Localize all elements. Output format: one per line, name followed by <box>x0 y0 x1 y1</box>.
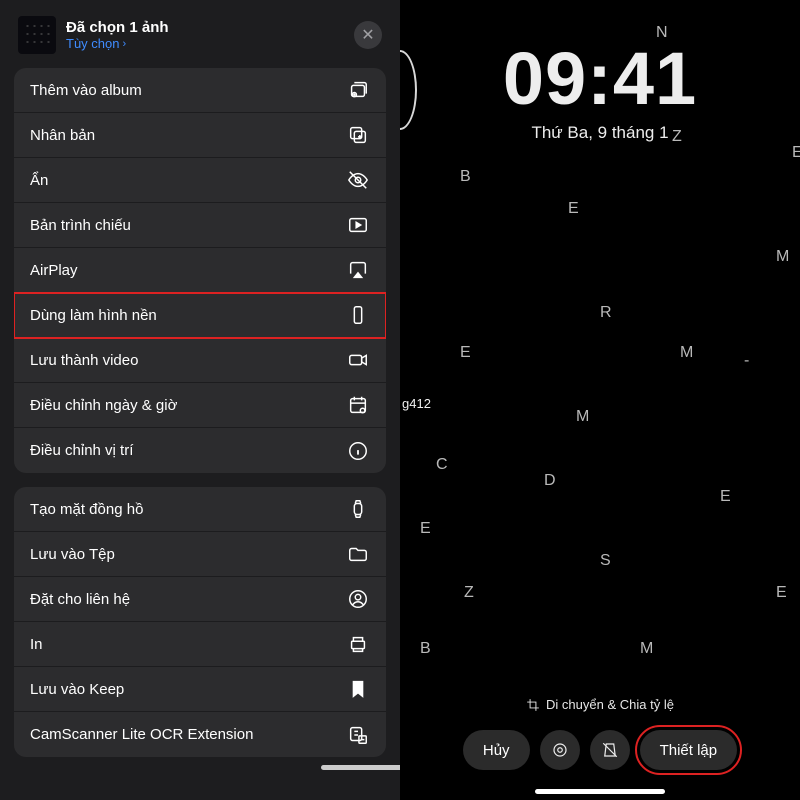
bg-letter: D <box>544 472 556 490</box>
menu-item-save-files[interactable]: Lưu vào Tệp <box>14 532 386 577</box>
close-button[interactable]: ✕ <box>354 21 382 49</box>
bg-letter: E <box>568 200 579 218</box>
info-icon <box>346 439 370 463</box>
menu-item-label: CamScanner Lite OCR Extension <box>30 726 253 743</box>
menu-item-duplicate[interactable]: Nhân bản <box>14 113 386 158</box>
menu-item-adjust-location[interactable]: Điều chỉnh vị trí <box>14 428 386 473</box>
selection-title: Đã chọn 1 ảnh <box>66 19 344 36</box>
folder-icon <box>346 542 370 566</box>
menu-item-label: Điều chỉnh ngày & giờ <box>30 397 177 414</box>
menu-item-airplay[interactable]: AirPlay <box>14 248 386 293</box>
menu-item-slideshow[interactable]: Bản trình chiếu <box>14 203 386 248</box>
menu-item-label: Lưu thành video <box>30 352 138 369</box>
move-scale-hint: Di chuyển & Chia tỷ lệ <box>400 697 800 712</box>
chevron-right-icon: › <box>122 38 126 50</box>
menu-group: Tạo mặt đồng hồ Lưu vào Tệp Đặt cho liên h… <box>14 487 386 757</box>
bg-letter: R <box>600 304 612 322</box>
album-add-icon <box>346 78 370 102</box>
contact-icon <box>346 587 370 611</box>
header-text: Đã chọn 1 ảnh Tùy chọn › <box>66 19 344 51</box>
menu-item-adjust-date[interactable]: Điều chỉnh ngày & giờ <box>14 383 386 428</box>
bg-letter: M <box>776 248 789 266</box>
bg-letter: C <box>436 456 448 474</box>
bg-letter: B <box>420 640 431 658</box>
lock-time: 09:41 <box>400 36 800 121</box>
menu-item-label: Lưu vào Tệp <box>30 546 115 563</box>
bg-letter: E <box>792 144 800 162</box>
perspective-button[interactable] <box>590 730 630 770</box>
menu-item-label: Lưu vào Keep <box>30 681 124 698</box>
menu-item-label: Ẩn <box>30 172 48 189</box>
menu-item-save-video[interactable]: Lưu thành video <box>14 338 386 383</box>
bg-letter: E <box>720 488 731 506</box>
menu-item-assign-contact[interactable]: Đặt cho liên hệ <box>14 577 386 622</box>
menu-item-label: Điều chỉnh vị trí <box>30 442 133 459</box>
video-icon <box>346 348 370 372</box>
home-indicator <box>535 789 665 794</box>
menu-item-label: Tạo mặt đồng hồ <box>30 501 143 518</box>
bg-letter: M <box>680 344 693 362</box>
menu-item-label: Nhân bản <box>30 127 95 144</box>
camscanner-icon <box>346 723 370 747</box>
options-label: Tùy chọn <box>66 36 119 51</box>
menu-item-label: Bản trình chiếu <box>30 217 131 234</box>
wallpaper-preview: 09:41 Thứ Ba, 9 tháng 1 g412 Di chuyển &… <box>400 0 800 800</box>
filter-button[interactable] <box>540 730 580 770</box>
bg-letter: - <box>744 352 749 370</box>
bookmark-icon <box>346 677 370 701</box>
menu-item-print[interactable]: In <box>14 622 386 667</box>
perspective-off-icon <box>601 741 619 759</box>
menu-item-watch-face[interactable]: Tạo mặt đồng hồ <box>14 487 386 532</box>
share-sheet: Đã chọn 1 ảnh Tùy chọn › ✕ Thêm vào albu… <box>0 0 400 800</box>
setup-button[interactable]: Thiết lập <box>640 730 738 770</box>
options-link[interactable]: Tùy chọn › <box>66 36 344 51</box>
bg-letter: E <box>420 520 431 538</box>
close-icon: ✕ <box>361 25 374 45</box>
calendar-icon <box>346 393 370 417</box>
bottom-controls: Hủy Thiết lập <box>400 730 800 770</box>
sheet-header: Đã chọn 1 ảnh Tùy chọn › ✕ <box>14 10 386 68</box>
menu-group: Thêm vào album Nhân bản Ẩn Bản trình chiếu A… <box>14 68 386 473</box>
bg-letter: E <box>776 584 787 602</box>
menu-item-label: Dùng làm hình nền <box>30 307 157 324</box>
menu-item-add-to-album[interactable]: Thêm vào album <box>14 68 386 113</box>
bg-letter: M <box>640 640 653 658</box>
menu-groups-container: Thêm vào album Nhân bản Ẩn Bản trình chiếu A… <box>14 68 386 771</box>
menu-item-label: AirPlay <box>30 262 78 279</box>
bg-letter: S <box>600 552 611 570</box>
bg-letter: Z <box>464 584 474 602</box>
printer-icon <box>346 632 370 656</box>
crop-icon <box>526 698 540 712</box>
menu-item-hide[interactable]: Ẩn <box>14 158 386 203</box>
menu-item-label: Đặt cho liên hệ <box>30 591 130 608</box>
menu-item-camscanner[interactable]: CamScanner Lite OCR Extension <box>14 712 386 757</box>
menu-item-save-keep[interactable]: Lưu vào Keep <box>14 667 386 712</box>
bg-letter: B <box>460 168 471 186</box>
phone-icon <box>346 303 370 327</box>
watch-icon <box>346 497 370 521</box>
hint-text: Di chuyển & Chia tỷ lệ <box>546 697 674 712</box>
setup-label: Thiết lập <box>660 742 718 759</box>
cancel-label: Hủy <box>483 742 510 759</box>
airplay-icon <box>346 258 370 282</box>
cancel-button[interactable]: Hủy <box>463 730 530 770</box>
bg-letter: M <box>576 408 589 426</box>
menu-item-wallpaper[interactable]: Dùng làm hình nền <box>14 293 386 338</box>
bg-letter: Z <box>672 128 682 146</box>
selected-photo-thumbnail[interactable] <box>18 16 56 54</box>
menu-item-label: In <box>30 636 43 653</box>
target-icon <box>551 741 569 759</box>
play-square-icon <box>346 213 370 237</box>
eye-off-icon <box>346 168 370 192</box>
menu-item-label: Thêm vào album <box>30 82 142 99</box>
duplicate-icon <box>346 123 370 147</box>
bg-letter: E <box>460 344 471 362</box>
bg-letter: N <box>656 24 668 42</box>
lock-date: Thứ Ba, 9 tháng 1 <box>400 123 800 143</box>
watermark-text: g412 <box>402 396 431 411</box>
